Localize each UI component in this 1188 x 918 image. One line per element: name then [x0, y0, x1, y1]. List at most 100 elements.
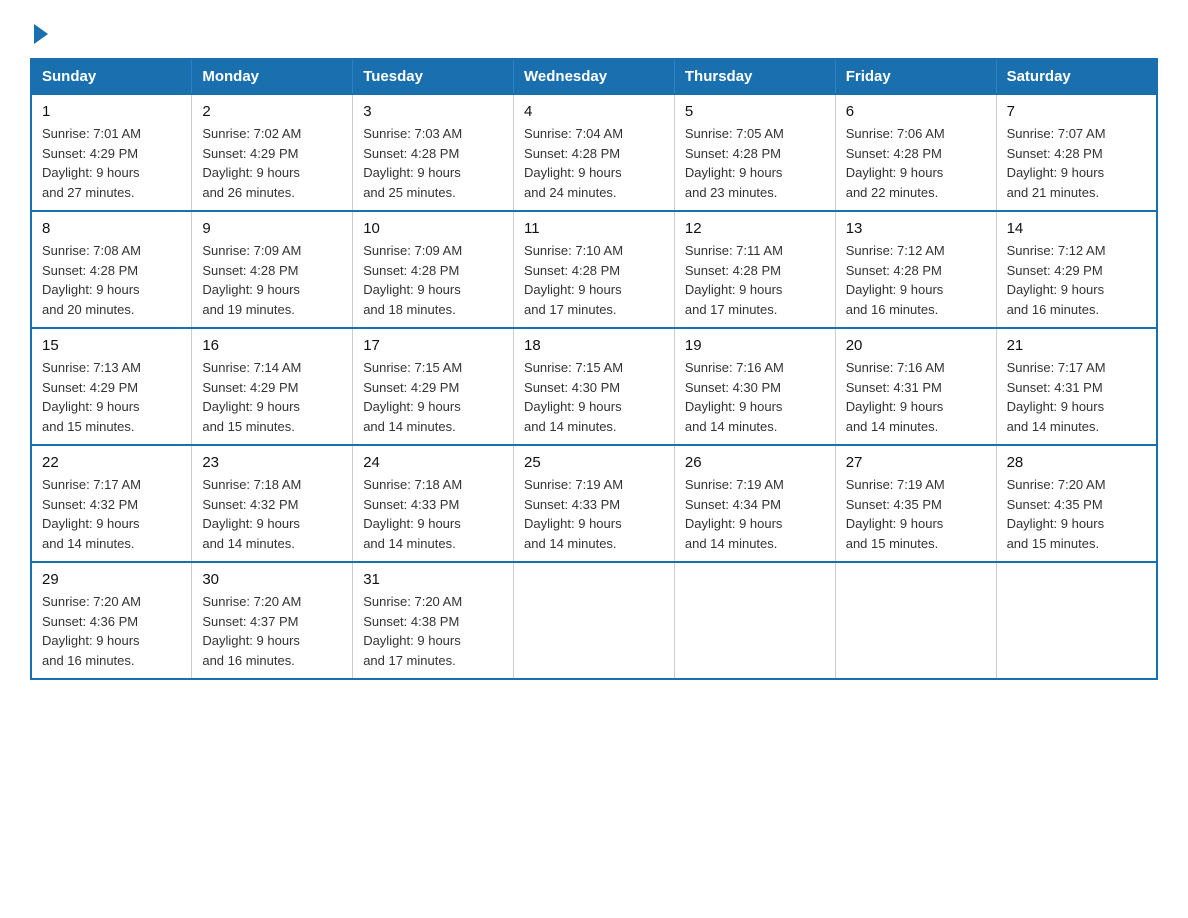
day-number: 17 [363, 337, 503, 354]
day-info: Sunrise: 7:19 AMSunset: 4:35 PMDaylight:… [846, 475, 986, 553]
day-info: Sunrise: 7:18 AMSunset: 4:33 PMDaylight:… [363, 475, 503, 553]
week-row-5: 29Sunrise: 7:20 AMSunset: 4:36 PMDayligh… [31, 562, 1157, 679]
day-info: Sunrise: 7:03 AMSunset: 4:28 PMDaylight:… [363, 124, 503, 202]
day-cell: 16Sunrise: 7:14 AMSunset: 4:29 PMDayligh… [192, 328, 353, 445]
day-number: 6 [846, 103, 986, 120]
day-cell: 1 Sunrise: 7:01 AMSunset: 4:29 PMDaylight… [31, 94, 192, 211]
day-info: Sunrise: 7:17 AMSunset: 4:31 PMDaylight:… [1007, 358, 1146, 436]
day-number: 5 [685, 103, 825, 120]
day-number: 18 [524, 337, 664, 354]
day-number: 7 [1007, 103, 1146, 120]
week-row-2: 8 Sunrise: 7:08 AMSunset: 4:28 PMDaylight… [31, 211, 1157, 328]
day-cell: 14Sunrise: 7:12 AMSunset: 4:29 PMDayligh… [996, 211, 1157, 328]
day-number: 31 [363, 571, 503, 588]
day-cell: 11 Sunrise: 7:10 AMSunset: 4:28 PMDayligh… [514, 211, 675, 328]
day-info: Sunrise: 7:13 AMSunset: 4:29 PMDaylight:… [42, 358, 181, 436]
day-cell: 18 Sunrise: 7:15 AMSunset: 4:30 PMDayligh… [514, 328, 675, 445]
day-cell: 4 Sunrise: 7:04 AMSunset: 4:28 PMDaylight… [514, 94, 675, 211]
day-cell: 25 Sunrise: 7:19 AMSunset: 4:33 PMDayligh… [514, 445, 675, 562]
day-number: 23 [202, 454, 342, 471]
day-number: 27 [846, 454, 986, 471]
day-info: Sunrise: 7:09 AMSunset: 4:28 PMDaylight:… [202, 241, 342, 319]
day-number: 22 [42, 454, 181, 471]
day-info: Sunrise: 7:04 AMSunset: 4:28 PMDaylight:… [524, 124, 664, 202]
logo-arrow-icon [34, 24, 48, 44]
day-cell: 21Sunrise: 7:17 AMSunset: 4:31 PMDayligh… [996, 328, 1157, 445]
logo [30, 20, 48, 40]
day-cell: 6 Sunrise: 7:06 AMSunset: 4:28 PMDaylight… [835, 94, 996, 211]
week-row-4: 22 Sunrise: 7:17 AMSunset: 4:32 PMDayligh… [31, 445, 1157, 562]
day-info: Sunrise: 7:20 AMSunset: 4:37 PMDaylight:… [202, 592, 342, 670]
day-number: 1 [42, 103, 181, 120]
day-info: Sunrise: 7:18 AMSunset: 4:32 PMDaylight:… [202, 475, 342, 553]
day-info: Sunrise: 7:02 AMSunset: 4:29 PMDaylight:… [202, 124, 342, 202]
day-info: Sunrise: 7:15 AMSunset: 4:30 PMDaylight:… [524, 358, 664, 436]
day-cell: 15 Sunrise: 7:13 AMSunset: 4:29 PMDayligh… [31, 328, 192, 445]
day-cell: 26 Sunrise: 7:19 AMSunset: 4:34 PMDayligh… [674, 445, 835, 562]
week-row-3: 15 Sunrise: 7:13 AMSunset: 4:29 PMDayligh… [31, 328, 1157, 445]
header-day-sunday: Sunday [31, 59, 192, 94]
header-day-monday: Monday [192, 59, 353, 94]
day-number: 13 [846, 220, 986, 237]
day-info: Sunrise: 7:10 AMSunset: 4:28 PMDaylight:… [524, 241, 664, 319]
day-info: Sunrise: 7:15 AMSunset: 4:29 PMDaylight:… [363, 358, 503, 436]
day-cell: 23 Sunrise: 7:18 AMSunset: 4:32 PMDayligh… [192, 445, 353, 562]
day-cell: 9Sunrise: 7:09 AMSunset: 4:28 PMDaylight… [192, 211, 353, 328]
day-number: 25 [524, 454, 664, 471]
day-cell: 8 Sunrise: 7:08 AMSunset: 4:28 PMDaylight… [31, 211, 192, 328]
day-cell: 27 Sunrise: 7:19 AMSunset: 4:35 PMDayligh… [835, 445, 996, 562]
day-number: 8 [42, 220, 181, 237]
day-info: Sunrise: 7:05 AMSunset: 4:28 PMDaylight:… [685, 124, 825, 202]
day-number: 24 [363, 454, 503, 471]
day-number: 12 [685, 220, 825, 237]
day-cell: 22 Sunrise: 7:17 AMSunset: 4:32 PMDayligh… [31, 445, 192, 562]
day-cell: 13Sunrise: 7:12 AMSunset: 4:28 PMDayligh… [835, 211, 996, 328]
day-cell [835, 562, 996, 679]
day-info: Sunrise: 7:17 AMSunset: 4:32 PMDaylight:… [42, 475, 181, 553]
day-number: 10 [363, 220, 503, 237]
day-cell: 3 Sunrise: 7:03 AMSunset: 4:28 PMDaylight… [353, 94, 514, 211]
day-info: Sunrise: 7:07 AMSunset: 4:28 PMDaylight:… [1007, 124, 1146, 202]
day-number: 16 [202, 337, 342, 354]
day-cell: 29Sunrise: 7:20 AMSunset: 4:36 PMDayligh… [31, 562, 192, 679]
logo-top [30, 20, 48, 44]
header-day-friday: Friday [835, 59, 996, 94]
day-info: Sunrise: 7:08 AMSunset: 4:28 PMDaylight:… [42, 241, 181, 319]
day-info: Sunrise: 7:11 AMSunset: 4:28 PMDaylight:… [685, 241, 825, 319]
day-info: Sunrise: 7:19 AMSunset: 4:34 PMDaylight:… [685, 475, 825, 553]
day-number: 28 [1007, 454, 1146, 471]
calendar-header-row: SundayMondayTuesdayWednesdayThursdayFrid… [31, 59, 1157, 94]
day-info: Sunrise: 7:20 AMSunset: 4:38 PMDaylight:… [363, 592, 503, 670]
day-number: 19 [685, 337, 825, 354]
day-info: Sunrise: 7:01 AMSunset: 4:29 PMDaylight:… [42, 124, 181, 202]
day-info: Sunrise: 7:16 AMSunset: 4:31 PMDaylight:… [846, 358, 986, 436]
day-cell: 28 Sunrise: 7:20 AMSunset: 4:35 PMDayligh… [996, 445, 1157, 562]
day-info: Sunrise: 7:19 AMSunset: 4:33 PMDaylight:… [524, 475, 664, 553]
day-info: Sunrise: 7:06 AMSunset: 4:28 PMDaylight:… [846, 124, 986, 202]
header-day-wednesday: Wednesday [514, 59, 675, 94]
day-number: 20 [846, 337, 986, 354]
day-cell: 19Sunrise: 7:16 AMSunset: 4:30 PMDayligh… [674, 328, 835, 445]
day-cell [674, 562, 835, 679]
calendar-table: SundayMondayTuesdayWednesdayThursdayFrid… [30, 58, 1158, 680]
day-number: 30 [202, 571, 342, 588]
header-day-tuesday: Tuesday [353, 59, 514, 94]
day-number: 29 [42, 571, 181, 588]
day-cell: 17 Sunrise: 7:15 AMSunset: 4:29 PMDayligh… [353, 328, 514, 445]
day-number: 15 [42, 337, 181, 354]
day-cell: 31 Sunrise: 7:20 AMSunset: 4:38 PMDayligh… [353, 562, 514, 679]
header-day-thursday: Thursday [674, 59, 835, 94]
day-number: 4 [524, 103, 664, 120]
header-day-saturday: Saturday [996, 59, 1157, 94]
day-cell: 12 Sunrise: 7:11 AMSunset: 4:28 PMDayligh… [674, 211, 835, 328]
day-cell: 24 Sunrise: 7:18 AMSunset: 4:33 PMDayligh… [353, 445, 514, 562]
day-cell: 7 Sunrise: 7:07 AMSunset: 4:28 PMDaylight… [996, 94, 1157, 211]
day-info: Sunrise: 7:20 AMSunset: 4:35 PMDaylight:… [1007, 475, 1146, 553]
day-cell: 10Sunrise: 7:09 AMSunset: 4:28 PMDayligh… [353, 211, 514, 328]
day-number: 26 [685, 454, 825, 471]
day-number: 11 [524, 220, 664, 237]
day-cell: 30 Sunrise: 7:20 AMSunset: 4:37 PMDayligh… [192, 562, 353, 679]
day-number: 3 [363, 103, 503, 120]
day-number: 14 [1007, 220, 1146, 237]
day-cell [514, 562, 675, 679]
